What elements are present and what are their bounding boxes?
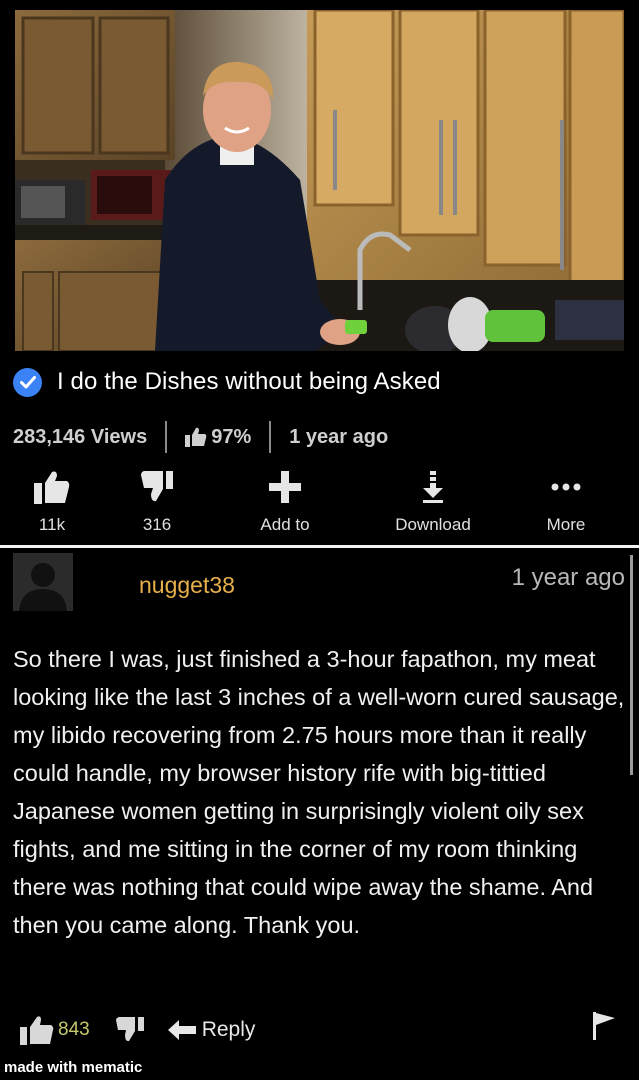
rating-percent: 97% <box>211 425 252 448</box>
dislike-count: 316 <box>142 515 172 534</box>
default-avatar-icon <box>13 553 73 611</box>
plus-icon <box>269 471 301 503</box>
rating: 97% <box>185 426 251 449</box>
meta-separator <box>269 421 272 453</box>
thumbnail-scene <box>15 10 624 351</box>
scrollbar[interactable] <box>630 555 633 775</box>
section-divider <box>0 545 639 548</box>
dislike-button[interactable]: 316 <box>127 465 187 540</box>
view-count: 283,146 Views <box>13 425 148 448</box>
video-title-row: I do the Dishes without being Asked <box>13 366 441 398</box>
mematic-watermark: made with mematic <box>4 1059 143 1076</box>
add-to-label: Add to <box>260 515 310 534</box>
video-card: I do the Dishes without being Asked 283,… <box>0 0 639 545</box>
comment-timestamp: 1 year ago <box>511 564 625 591</box>
download-button[interactable]: Download <box>383 465 483 540</box>
reply-button[interactable]: Reply <box>167 1018 256 1042</box>
video-thumbnail[interactable] <box>15 10 624 351</box>
reply-arrow-icon <box>167 1020 196 1040</box>
comment-like-icon[interactable] <box>20 1015 54 1045</box>
like-count: 11k <box>38 515 66 534</box>
video-meta: 283,146 Views 97% 1 year ago <box>13 420 388 454</box>
comment-actions: 843 Reply <box>20 1010 625 1050</box>
more-dots-icon <box>551 483 581 491</box>
reply-label: Reply <box>201 1018 256 1041</box>
comment-username[interactable]: nugget38 <box>139 572 235 599</box>
verified-check-icon <box>13 367 42 397</box>
comment-dislike-icon[interactable] <box>115 1017 144 1043</box>
thumbs-up-icon <box>34 471 70 504</box>
more-label: More <box>546 515 586 534</box>
video-actions: 11k 316 Add to Download More <box>0 465 639 540</box>
like-button[interactable]: 11k <box>22 465 82 540</box>
avatar[interactable] <box>13 553 73 611</box>
more-button[interactable]: More <box>535 465 597 540</box>
add-to-button[interactable]: Add to <box>245 465 325 540</box>
download-icon <box>423 471 443 503</box>
download-label: Download <box>395 515 471 534</box>
comment-body: So there I was, just finished a 3-hour f… <box>13 646 625 938</box>
meta-separator <box>165 421 168 453</box>
thumbs-up-icon <box>185 427 207 447</box>
video-age: 1 year ago <box>289 425 389 448</box>
video-title[interactable]: I do the Dishes without being Asked <box>57 368 441 396</box>
comment-like-count: 843 <box>58 1019 90 1040</box>
flag-icon[interactable] <box>593 1012 615 1040</box>
thumbs-down-icon <box>141 471 173 502</box>
